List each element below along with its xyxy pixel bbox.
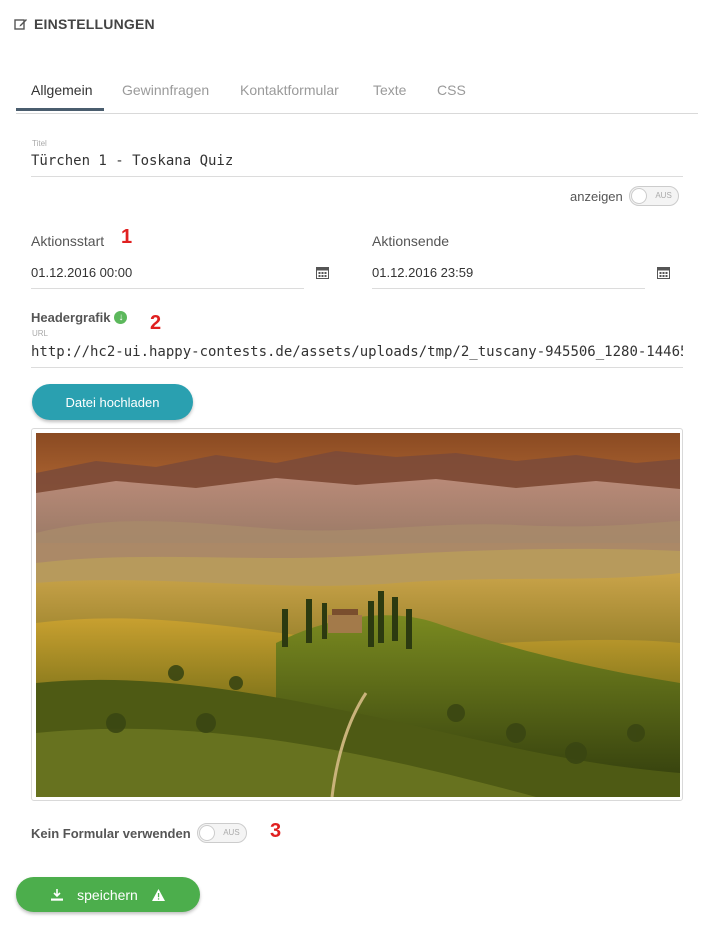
edit-icon <box>14 19 27 30</box>
no-form-toggle-group: Kein Formular verwenden AUS <box>31 823 247 843</box>
headergrafik-group: Headergrafik ↓ <box>31 310 128 325</box>
url-field[interactable]: http://hc2-ui.happy-contests.de/assets/u… <box>31 344 683 360</box>
tab-texte[interactable]: Texte <box>373 82 406 98</box>
calendar-icon[interactable] <box>316 266 329 279</box>
toggle-knob <box>198 825 215 841</box>
aktionsende-underline <box>372 288 645 289</box>
aktionsstart-label: Aktionsstart <box>31 233 105 249</box>
tab-css[interactable]: CSS <box>437 82 466 98</box>
save-button-label: speichern <box>77 886 138 903</box>
title-field-label: Titel <box>32 139 47 148</box>
download-icon <box>51 888 64 901</box>
header-image-preview <box>31 428 683 801</box>
headergrafik-label: Headergrafik <box>31 310 111 325</box>
url-field-label: URL <box>32 329 49 338</box>
no-form-toggle[interactable]: AUS <box>196 823 247 843</box>
tab-allgemein[interactable]: Allgemein <box>31 82 92 98</box>
show-toggle-group: anzeigen AUS <box>570 186 679 206</box>
upload-file-button[interactable]: Datei hochladen <box>32 384 193 420</box>
landscape-image <box>36 433 680 797</box>
title-field[interactable]: Türchen 1 - Toskana Quiz <box>31 153 681 169</box>
no-form-label: Kein Formular verwenden <box>31 825 191 841</box>
tab-kontaktformular[interactable]: Kontaktformular <box>240 82 339 98</box>
header-image <box>36 433 680 797</box>
url-field-underline <box>31 367 683 368</box>
aktionsstart-underline <box>31 288 304 289</box>
toggle-state-text: AUS <box>655 191 672 200</box>
aktionsstart-input[interactable]: 01.12.2016 00:00 <box>31 265 132 280</box>
page-header: EINSTELLUNGEN <box>14 16 155 32</box>
tab-gewinnfragen[interactable]: Gewinnfragen <box>122 82 209 98</box>
page-title: EINSTELLUNGEN <box>34 16 155 32</box>
save-button[interactable]: speichern <box>16 877 200 912</box>
aktionsende-input[interactable]: 01.12.2016 23:59 <box>372 265 473 280</box>
warning-icon <box>151 888 165 901</box>
calendar-icon[interactable] <box>657 266 670 279</box>
aktionsende-label: Aktionsende <box>372 233 450 249</box>
title-field-underline <box>31 176 683 177</box>
toggle-state-text: AUS <box>223 828 240 837</box>
toggle-knob <box>630 188 647 204</box>
show-toggle[interactable]: AUS <box>628 186 679 206</box>
tab-bar: Allgemein Gewinnfragen Kontaktformular T… <box>16 78 698 114</box>
marker-1: 1 <box>121 226 133 248</box>
show-toggle-label: anzeigen <box>570 188 623 204</box>
marker-3: 3 <box>270 820 282 842</box>
info-icon[interactable]: ↓ <box>114 311 128 324</box>
active-tab-indicator <box>16 108 104 111</box>
marker-2: 2 <box>150 312 162 334</box>
